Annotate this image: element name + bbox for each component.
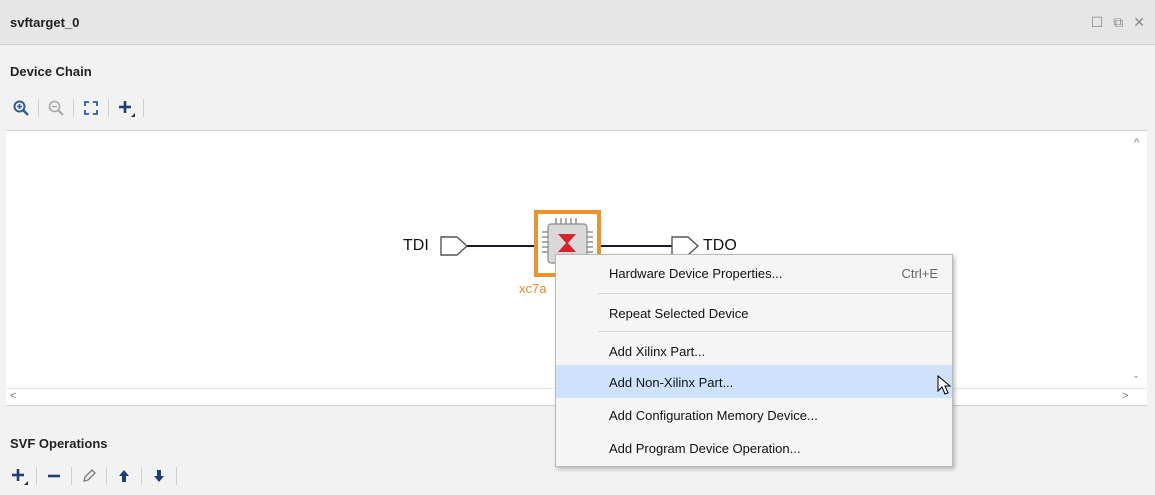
menu-separator <box>598 331 952 332</box>
toolbar-separator <box>108 99 109 117</box>
move-down-icon[interactable] <box>148 465 170 487</box>
zoom-out-icon[interactable] <box>45 97 67 119</box>
scroll-left-icon[interactable]: < <box>10 390 16 402</box>
tdo-label: TDO <box>703 237 737 254</box>
maximize-icon[interactable]: ☐ <box>1091 15 1104 29</box>
toolbar-separator <box>38 99 39 117</box>
toolbar-separator <box>36 467 37 485</box>
device-name: xc7a <box>519 281 547 296</box>
toolbar-separator <box>73 99 74 117</box>
menu-item-add-configuration-memory-device[interactable]: Add Configuration Memory Device... <box>556 398 952 431</box>
window-controls: ☐ ⧉ ✕ <box>1091 15 1145 29</box>
close-icon[interactable]: ✕ <box>1133 15 1145 29</box>
title-bar: svftarget_0 ☐ ⧉ ✕ <box>0 0 1155 45</box>
chain-wire <box>467 245 535 247</box>
restore-icon[interactable]: ⧉ <box>1113 15 1123 29</box>
menu-item-label: Add Xilinx Part... <box>609 344 706 359</box>
scroll-down-icon[interactable]: ˇ <box>1134 375 1138 387</box>
tdi-label: TDI <box>403 237 429 254</box>
menu-separator <box>598 293 952 294</box>
svf-operations-label: SVF Operations <box>10 436 108 451</box>
remove-icon[interactable] <box>43 465 65 487</box>
add-icon[interactable] <box>8 465 30 487</box>
toolbar-separator <box>71 467 72 485</box>
menu-item-label: Add Non-Xilinx Part... <box>609 375 734 390</box>
toolbar-separator <box>141 467 142 485</box>
scroll-up-icon[interactable]: ^ <box>1134 137 1139 149</box>
zoom-in-icon[interactable] <box>10 97 32 119</box>
move-up-icon[interactable] <box>113 465 135 487</box>
device-chain-label: Device Chain <box>10 64 92 79</box>
scroll-right-icon[interactable]: > <box>1122 390 1128 402</box>
menu-item-shortcut: Ctrl+E <box>901 266 938 281</box>
toolbar-separator <box>106 467 107 485</box>
edit-icon[interactable] <box>78 465 100 487</box>
fit-icon[interactable] <box>80 97 102 119</box>
svf-operations-toolbar <box>8 464 183 488</box>
menu-item-hardware-device-properties[interactable]: Hardware Device Properties... Ctrl+E <box>556 256 952 289</box>
device-chain-toolbar <box>10 96 150 120</box>
menu-item-label: Repeat Selected Device <box>609 306 749 321</box>
add-icon[interactable] <box>115 97 137 119</box>
mouse-cursor-icon <box>937 375 952 395</box>
menu-item-add-program-device-operation[interactable]: Add Program Device Operation... <box>556 431 952 464</box>
toolbar-separator <box>143 99 144 117</box>
menu-item-add-xilinx-part[interactable]: Add Xilinx Part... <box>556 334 952 367</box>
menu-item-label: Add Configuration Memory Device... <box>609 408 818 423</box>
menu-item-label: Hardware Device Properties... <box>609 266 783 281</box>
vertical-scrollbar[interactable]: ^ ˇ <box>1131 131 1147 389</box>
context-menu: Hardware Device Properties... Ctrl+E Rep… <box>555 254 953 467</box>
menu-item-label: Add Program Device Operation... <box>609 441 801 456</box>
window-title: svftarget_0 <box>10 15 80 30</box>
toolbar-separator <box>176 467 177 485</box>
menu-item-repeat-selected-device[interactable]: Repeat Selected Device <box>556 296 952 329</box>
menu-item-add-non-xilinx-part[interactable]: Add Non-Xilinx Part... <box>556 365 952 398</box>
chain-wire <box>601 245 673 247</box>
